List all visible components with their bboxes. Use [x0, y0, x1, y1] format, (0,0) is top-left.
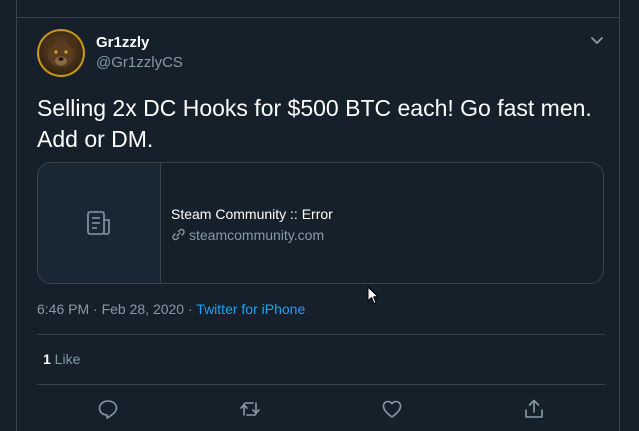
likes-label: Like	[50, 351, 81, 367]
retweet-icon[interactable]	[239, 398, 261, 420]
reply-icon[interactable]	[97, 398, 119, 420]
heart-icon[interactable]	[381, 398, 403, 420]
tweet-meta: 6:46 PM · Feb 28, 2020 · Twitter for iPh…	[37, 301, 305, 317]
bear-avatar-icon	[45, 38, 77, 67]
tweet-text: Selling 2x DC Hooks for $500 BTC each! G…	[37, 95, 592, 152]
tweet-source-link[interactable]: Twitter for iPhone	[196, 301, 305, 317]
top-divider	[16, 17, 620, 18]
likes-count: 1	[43, 351, 51, 367]
mouse-cursor-icon	[367, 286, 379, 304]
link-card[interactable]: Steam Community :: Error steamcommunity.…	[37, 162, 604, 284]
document-icon	[87, 211, 110, 235]
avatar[interactable]	[37, 29, 85, 77]
divider	[37, 334, 605, 335]
share-icon[interactable]	[523, 398, 545, 420]
chevron-down-icon[interactable]	[588, 34, 606, 48]
tweet-timestamp[interactable]: 6:46 PM · Feb 28, 2020	[37, 301, 184, 317]
card-media	[38, 163, 161, 283]
likes-summary[interactable]: 1 Like	[43, 351, 80, 367]
card-domain: steamcommunity.com	[189, 227, 325, 243]
card-title: Steam Community :: Error	[171, 206, 333, 222]
user-handle[interactable]: @Gr1zzlyCS	[96, 54, 183, 71]
meta-separator: ·	[184, 301, 197, 317]
display-name[interactable]: Gr1zzly	[96, 34, 149, 51]
link-icon	[172, 228, 185, 241]
divider	[37, 384, 605, 385]
